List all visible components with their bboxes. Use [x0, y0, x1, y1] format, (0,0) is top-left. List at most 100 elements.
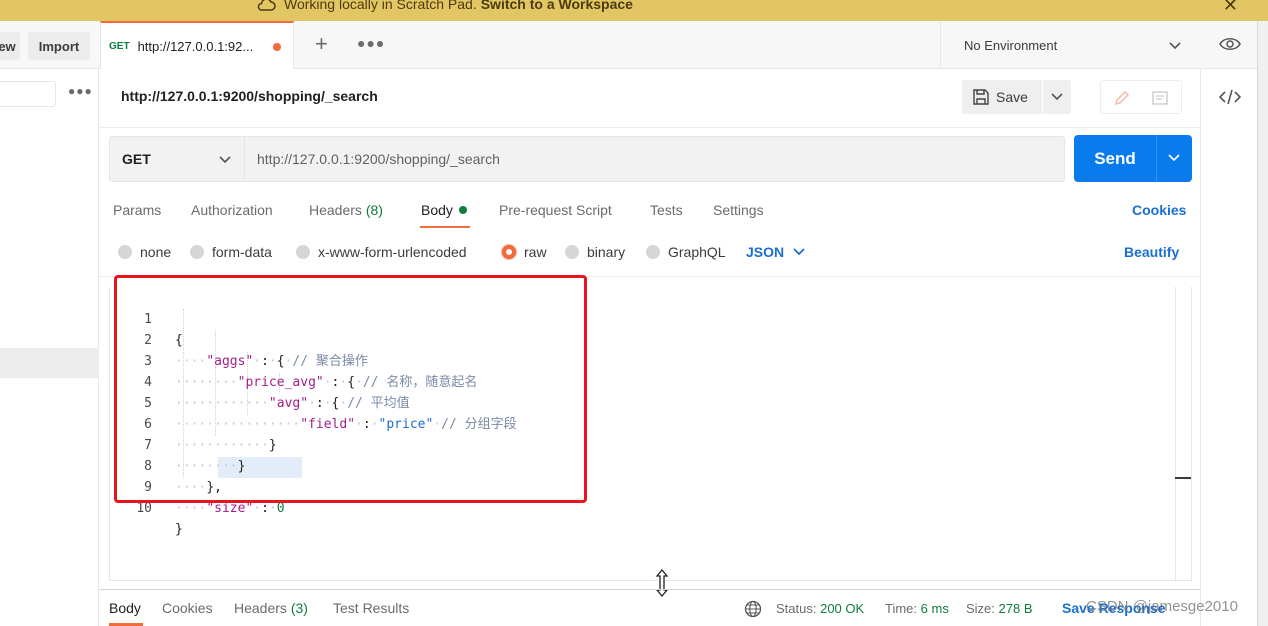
radio-binary-label: binary [587, 244, 626, 260]
editor-scrollbar[interactable] [1175, 287, 1191, 581]
body-modified-dot-icon [458, 206, 467, 214]
response-headers-label: Headers [234, 600, 287, 616]
radio-circle [118, 245, 132, 259]
method-select[interactable]: GET [109, 136, 245, 182]
edit-group [1100, 80, 1182, 114]
size-value: 278 B [998, 601, 1033, 616]
request-title[interactable]: http://127.0.0.1:9200/shopping/_search [121, 88, 378, 104]
sidebar-search-input[interactable] [0, 81, 56, 107]
response-tab-headers[interactable]: Headers (3) [234, 600, 308, 616]
eye-icon[interactable] [1219, 36, 1241, 52]
tab-title: http://127.0.0.1:92... [137, 38, 254, 54]
banner-text: Working locally in Scratch Pad. [284, 0, 477, 12]
radio-circle [190, 245, 204, 259]
environment-select[interactable]: No Environment [940, 21, 1200, 69]
radio-form-data-label: form-data [212, 244, 272, 260]
new-button[interactable]: ew [0, 32, 20, 60]
url-input[interactable] [245, 136, 1065, 182]
sidebar: ●●● [0, 69, 99, 626]
tab-body-label: Body [421, 202, 453, 218]
response-status: Status: 200 OK [776, 601, 864, 616]
size-label: Size: [966, 601, 995, 616]
globe-icon[interactable] [744, 600, 762, 618]
chevron-down-icon [793, 248, 805, 256]
tab-bar: ew Import GET http://127.0.0.1:92... + ●… [0, 21, 1268, 69]
response-time: Time: 6 ms [885, 601, 949, 616]
more-icon[interactable]: ●●● [357, 35, 385, 51]
save-icon [973, 89, 989, 105]
beautify-link[interactable]: Beautify [1124, 244, 1179, 260]
radio-urlencoded-label: x-www-form-urlencoded [318, 244, 467, 260]
cookies-link[interactable]: Cookies [1132, 202, 1186, 218]
radio-urlencoded[interactable]: x-www-form-urlencoded [296, 244, 467, 260]
tab-method: GET [109, 40, 130, 52]
radio-graphql[interactable]: GraphQL [646, 244, 726, 260]
right-rail [1200, 69, 1257, 626]
cloud-icon [257, 0, 276, 11]
radio-raw[interactable]: raw [502, 244, 547, 260]
tab-tests[interactable]: Tests [650, 202, 683, 218]
tab-body-indicator [420, 226, 470, 228]
save-label: Save [996, 89, 1028, 105]
chevron-down-icon [219, 156, 231, 164]
time-value: 6 ms [920, 601, 949, 616]
radio-form-data[interactable]: form-data [190, 244, 272, 260]
radio-raw-label: raw [524, 244, 547, 260]
format-select[interactable]: JSON [746, 244, 806, 260]
response-size: Size: 278 B [966, 601, 1033, 616]
tab-body[interactable]: Body [421, 202, 467, 218]
radio-circle [565, 245, 579, 259]
banner-message: Working locally in Scratch Pad. Switch t… [256, 0, 633, 14]
close-icon[interactable]: ✕ [1223, 0, 1238, 14]
response-tab-body[interactable]: Body [109, 600, 141, 616]
json-key: "size" [206, 501, 254, 516]
chevron-down-icon [1051, 93, 1063, 101]
environment-label: No Environment [964, 37, 1058, 53]
radio-circle [646, 245, 660, 259]
code-icon[interactable] [1219, 89, 1241, 105]
unsaved-dot-icon [273, 43, 281, 51]
radio-none-label: none [140, 244, 172, 260]
response-tab-test-results[interactable]: Test Results [333, 600, 409, 616]
save-button[interactable]: Save [962, 80, 1042, 114]
import-button[interactable]: Import [28, 32, 90, 60]
json-value: 0 [276, 501, 285, 516]
tab-pre-request-script[interactable]: Pre-request Script [499, 202, 612, 218]
window-scrollbar[interactable] [1257, 21, 1268, 626]
send-button[interactable]: Send [1074, 135, 1156, 182]
annotation-highlight-box [114, 275, 587, 503]
response-tab-cookies[interactable]: Cookies [162, 600, 213, 616]
send-options-button[interactable] [1156, 135, 1192, 182]
radio-graphql-label: GraphQL [668, 244, 726, 260]
tab-settings[interactable]: Settings [713, 202, 764, 218]
new-tab-plus-icon[interactable]: + [315, 33, 328, 55]
radio-circle-selected [502, 245, 516, 259]
scratch-pad-banner: Working locally in Scratch Pad. Switch t… [0, 0, 1268, 21]
resize-cursor-icon [655, 569, 669, 597]
request-tab[interactable]: GET http://127.0.0.1:92... [100, 21, 294, 69]
watermark: CSDN @jamesge2010 [1086, 598, 1238, 615]
method-label: GET [122, 151, 151, 167]
response-headers-count: (3) [290, 600, 308, 616]
sidebar-more-icon[interactable]: ●●● [68, 84, 93, 98]
tab-params[interactable]: Params [113, 202, 161, 218]
pencil-icon[interactable] [1113, 89, 1131, 107]
response-divider[interactable] [99, 589, 1200, 590]
save-options-button[interactable] [1043, 80, 1071, 114]
radio-none[interactable]: none [118, 244, 171, 260]
switch-workspace-link[interactable]: Switch to a Workspace [481, 0, 633, 12]
tab-headers-label: Headers [309, 202, 362, 218]
status-value: 200 OK [820, 601, 865, 616]
chevron-down-icon [1168, 154, 1180, 162]
time-label: Time: [885, 601, 918, 616]
tab-headers-count: (8) [365, 202, 383, 218]
documentation-icon[interactable] [1151, 89, 1169, 107]
line-content: } [175, 522, 183, 537]
tab-authorization[interactable]: Authorization [191, 202, 273, 218]
radio-circle [296, 245, 310, 259]
editor-scroll-marker [1175, 477, 1191, 479]
format-label: JSON [746, 244, 785, 260]
radio-binary[interactable]: binary [565, 244, 625, 260]
sidebar-selected-item[interactable] [0, 348, 99, 378]
tab-headers[interactable]: Headers (8) [309, 202, 383, 218]
